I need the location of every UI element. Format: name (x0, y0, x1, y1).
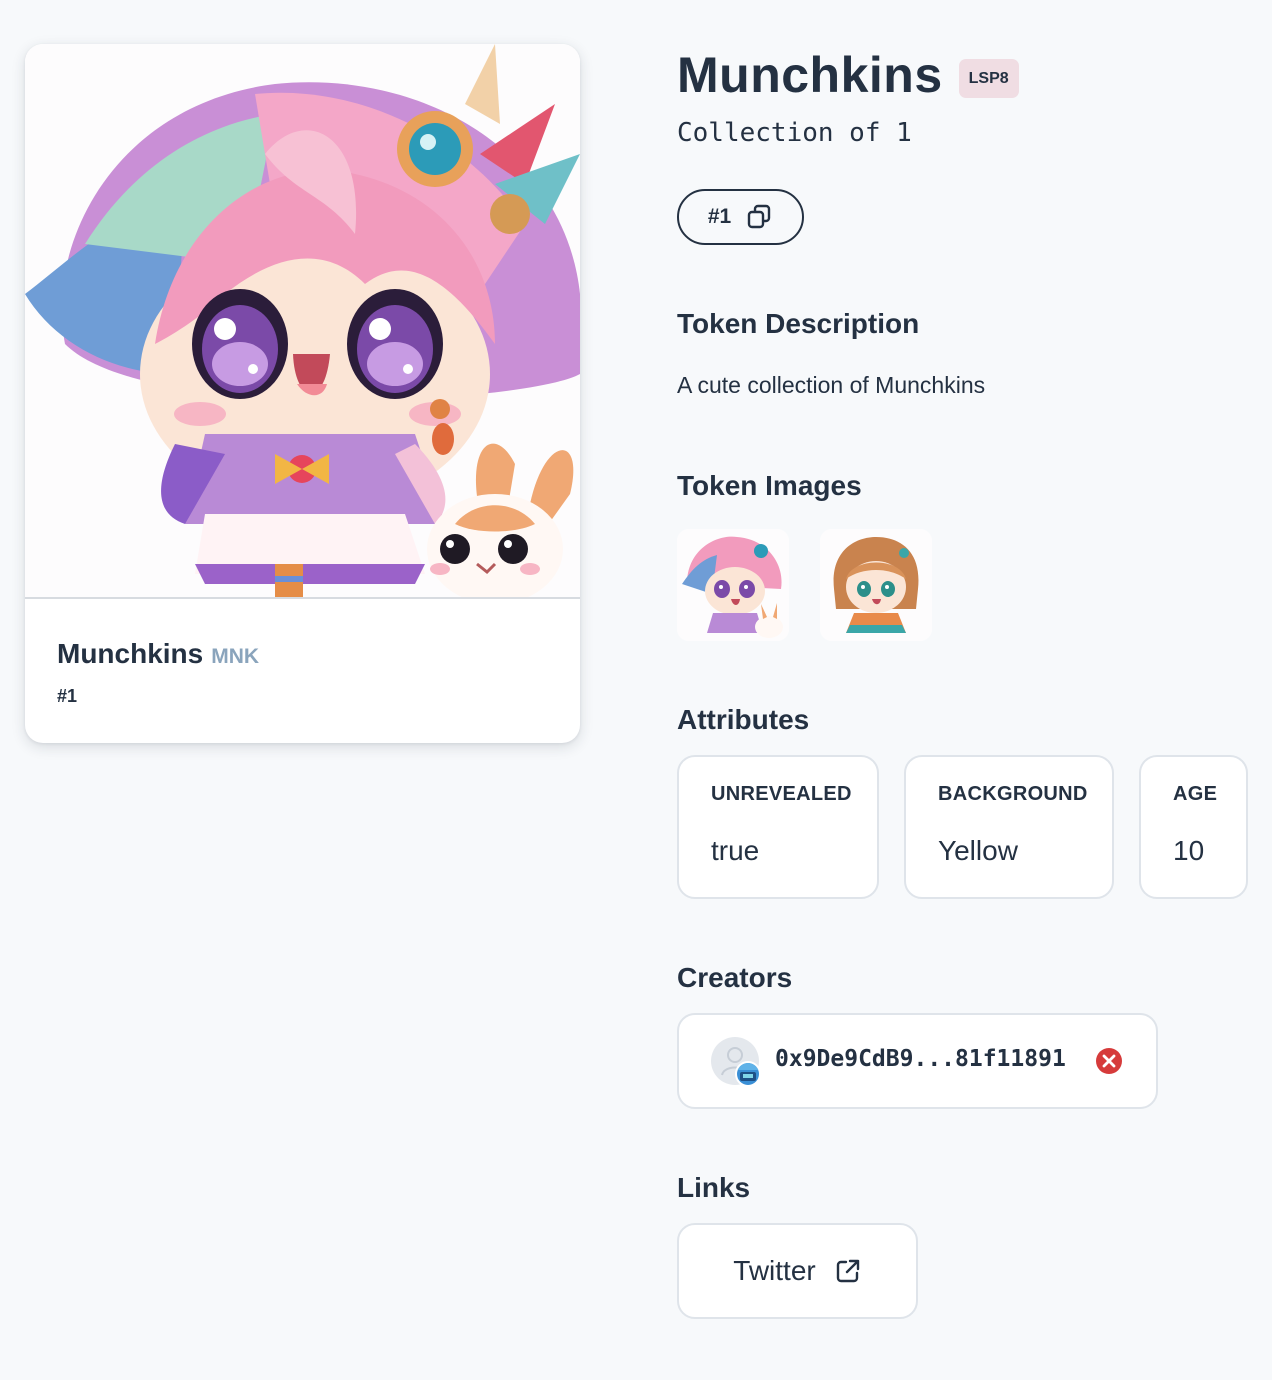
card-token-name: Munchkins (57, 638, 204, 669)
attribute-value: Yellow (938, 835, 1018, 866)
twitter-link-button[interactable]: Twitter (677, 1223, 918, 1319)
thumbnail-rainbow-girl-image (677, 529, 789, 641)
thumbnail-rainbow-girl[interactable] (677, 529, 789, 641)
attribute-value: 10 (1173, 835, 1205, 866)
page-title: Munchkins (677, 47, 943, 103)
card-token-id: #1 (57, 686, 78, 706)
attribute-card-background: BACKGROUND Yellow (904, 755, 1114, 899)
card-token-symbol: MNK (211, 645, 260, 668)
attribute-card-age: AGE 10 (1139, 755, 1248, 899)
attribute-value: true (711, 835, 760, 866)
thumbnail-brown-girl-image (820, 529, 932, 641)
attributes-heading: Attributes (677, 704, 810, 735)
images-heading: Token Images (677, 470, 862, 501)
creator-item[interactable]: 0x9De9CdB9...81f11891 (677, 1013, 1158, 1109)
copy-icon (747, 204, 771, 229)
attribute-card-unrevealed: UNREVEALED true (677, 755, 879, 899)
creator-address[interactable]: 0x9De9CdB9...81f11891 (775, 1046, 1066, 1072)
title-row: Munchkins LSP8 (677, 46, 1019, 104)
links-heading: Links (677, 1172, 751, 1203)
collection-subtitle: Collection of 1 (677, 118, 912, 148)
attribute-key: AGE (1173, 783, 1218, 805)
token-id-label: #1 (707, 205, 732, 228)
attribute-key: UNREVEALED (711, 783, 852, 805)
attribute-key: BACKGROUND (938, 783, 1088, 805)
error-x-icon (1096, 1048, 1122, 1074)
card-divider (25, 597, 580, 599)
copy-token-id-button[interactable]: #1 (677, 189, 804, 245)
page: Munchkins MNK #1 Munchkins LSP8 Collecti… (0, 0, 1272, 1380)
token-image (25, 44, 580, 597)
chibi-girl-illustration (25, 44, 580, 597)
standard-badge: LSP8 (958, 58, 1019, 98)
link-label: Twitter (733, 1255, 816, 1286)
description-text: A cute collection of Munchkins (677, 372, 986, 398)
creators-heading: Creators (677, 962, 793, 993)
external-link-icon (836, 1259, 859, 1283)
avatar (711, 1037, 761, 1087)
description-heading: Token Description (677, 308, 920, 339)
card-title: Munchkins MNK (57, 638, 259, 670)
profile-badge-icon (735, 1061, 761, 1087)
token-card[interactable]: Munchkins MNK #1 (25, 44, 580, 743)
thumbnail-brown-girl[interactable] (820, 529, 932, 641)
